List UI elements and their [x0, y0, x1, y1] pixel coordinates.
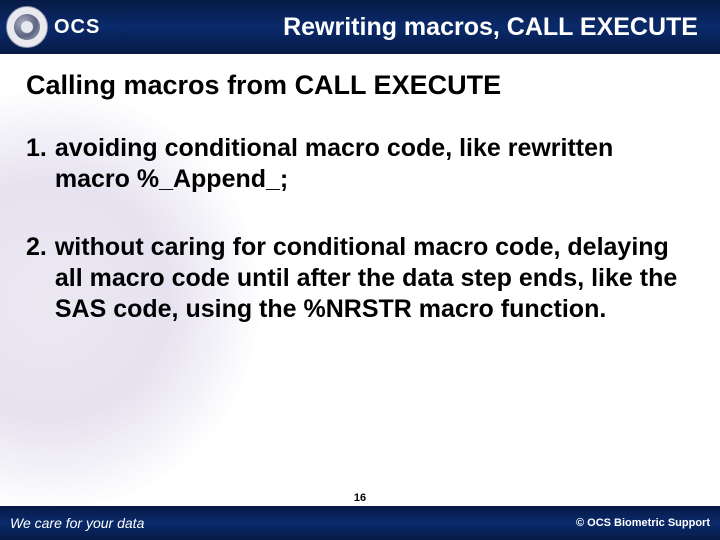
list-item: 2. without caring for conditional macro … [26, 232, 694, 326]
footer-copyright: © OCS Biometric Support [576, 517, 710, 529]
list-text: without caring for conditional macro cod… [47, 232, 694, 326]
bullet-list: 1. avoiding conditional macro code, like… [26, 133, 694, 325]
slide: OCS Rewriting macros, CALL EXECUTE Calli… [0, 0, 720, 540]
slide-title: Rewriting macros, CALL EXECUTE [0, 0, 710, 54]
list-item: 1. avoiding conditional macro code, like… [26, 133, 694, 196]
list-text: avoiding conditional macro code, like re… [47, 133, 694, 196]
footer-tagline: We care for your data [10, 515, 144, 531]
footer-bar: We care for your data © OCS Biometric Su… [0, 506, 720, 540]
page-number: 16 [0, 492, 720, 504]
content-area: Calling macros from CALL EXECUTE 1. avoi… [26, 70, 694, 361]
list-number: 2. [26, 232, 47, 326]
header-bar: OCS Rewriting macros, CALL EXECUTE [0, 0, 720, 54]
list-number: 1. [26, 133, 47, 196]
subtitle: Calling macros from CALL EXECUTE [26, 70, 694, 101]
